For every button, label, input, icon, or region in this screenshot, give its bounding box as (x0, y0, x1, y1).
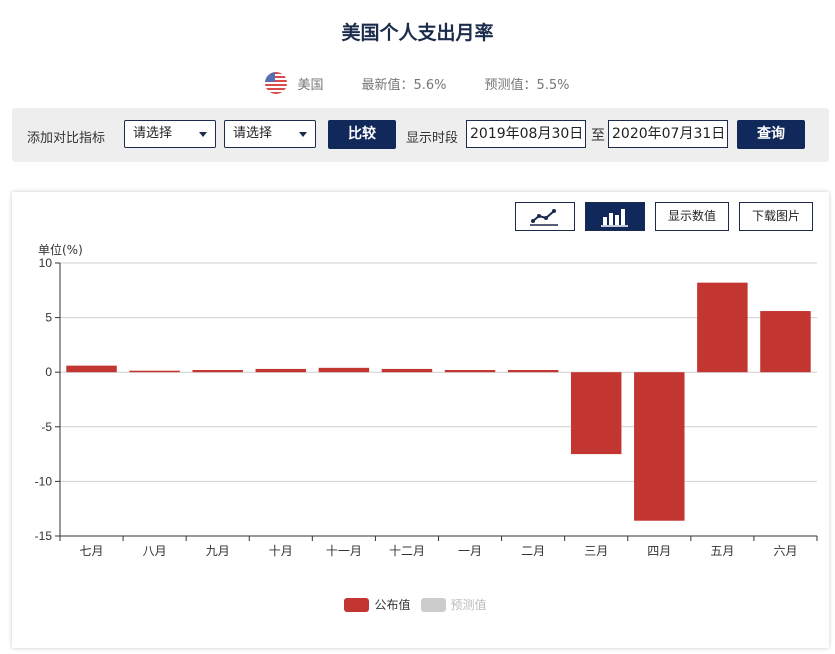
bar-published (129, 370, 180, 373)
x-tick-label: 六月 (773, 544, 797, 558)
legend-label-published: 公布值 (374, 598, 411, 612)
bar-published (697, 282, 748, 373)
us-flag-icon (265, 72, 288, 94)
x-tick-label: 八月 (143, 544, 167, 558)
y-tick-label: -15 (35, 529, 53, 543)
x-tick-label: 一月 (458, 544, 482, 558)
x-tick-label: 二月 (521, 544, 545, 558)
legend-label-forecast: 预测值 (450, 598, 487, 612)
dropdown-arrow-icon (199, 132, 207, 137)
indicator-meta: 美国 最新值：5.6% 预测值：5.5% (0, 72, 835, 94)
bar-published (760, 311, 811, 373)
bar-published (507, 370, 559, 373)
country-name: 美国 (297, 77, 324, 93)
y-tick-label: 5 (45, 311, 52, 325)
legend-swatch-forecast (420, 597, 446, 612)
x-tick-label: 十二月 (389, 544, 425, 558)
period-label: 显示时段 (406, 131, 459, 146)
bar-published (66, 365, 117, 373)
y-tick-label: -10 (35, 474, 53, 488)
legend-swatch-published (344, 597, 370, 612)
x-tick-label: 七月 (80, 544, 104, 558)
forecast-value: 预测值：5.5% (484, 77, 570, 93)
chart-legend: 公布值 预测值 (12, 596, 829, 613)
bar-published (318, 367, 370, 373)
compare-indicator-label: 添加对比指标 (27, 131, 106, 146)
bar-published (570, 372, 622, 455)
to-label: 至 (591, 128, 605, 144)
page-title: 美国个人支出月率 (341, 22, 494, 44)
bar-chart: 10 5 0 -5 -10 -15 七月 八月 九月 十月 十一月 十二月 一月 二月 三月 四月 五月 六月 (35, 256, 818, 558)
x-tick-label: 五月 (710, 544, 734, 558)
compare-select-1-value: 请选择 (133, 126, 173, 141)
compare-button[interactable]: 比较 (328, 120, 396, 149)
x-tick-label: 十一月 (326, 544, 362, 558)
bar-published (634, 372, 685, 521)
x-tick-label: 九月 (206, 544, 230, 558)
date-to-input[interactable]: 2020年07月31日 (608, 120, 728, 148)
y-tick-label: -5 (41, 420, 52, 434)
bar-published (192, 370, 243, 373)
filter-bar: 添加对比指标 请选择 请选择 比较 显示时段 2019年08月30日 至 202… (12, 108, 829, 162)
x-tick-label: 十月 (269, 544, 293, 558)
y-tick-label: 0 (45, 365, 52, 379)
x-tick-label: 四月 (647, 544, 671, 558)
bar-published (444, 370, 496, 373)
x-tick-label: 三月 (584, 544, 608, 558)
chart-card: 显示数值 下载图片 单位(%) 10 5 0 -5 -10 -15 七月 八月 九月 十月 十一月十… (12, 192, 829, 648)
compare-select-2-value: 请选择 (233, 126, 273, 141)
y-tick-label: 10 (39, 256, 53, 270)
compare-select-1[interactable]: 请选择 (124, 120, 216, 148)
dropdown-arrow-icon (299, 132, 307, 137)
query-button[interactable]: 查询 (737, 120, 805, 149)
bar-published (255, 368, 307, 373)
latest-value: 最新值：5.6% (361, 77, 447, 93)
legend-item-forecast[interactable]: 预测值 (420, 596, 487, 613)
date-from-input[interactable]: 2019年08月30日 (466, 120, 586, 148)
compare-select-2[interactable]: 请选择 (224, 120, 316, 148)
bar-published (381, 368, 433, 373)
legend-item-published[interactable]: 公布值 (344, 596, 411, 613)
